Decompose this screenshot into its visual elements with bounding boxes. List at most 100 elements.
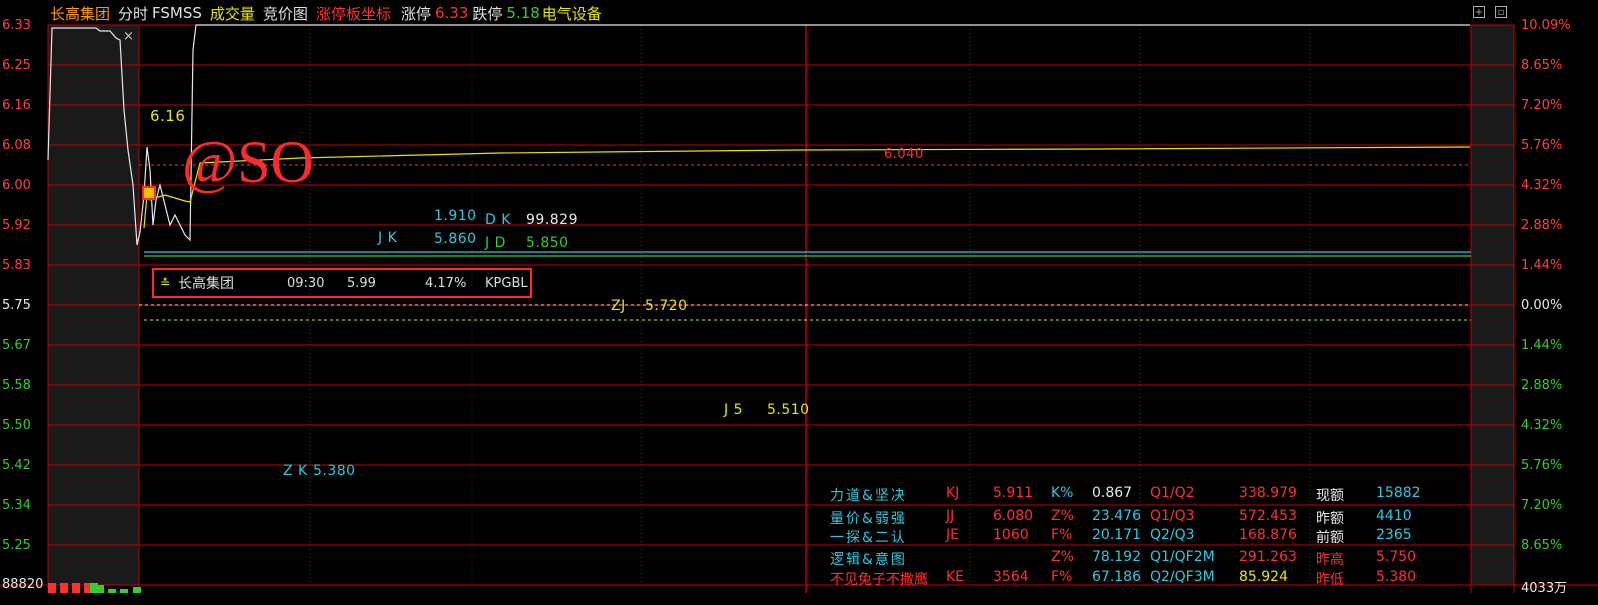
zj-label: ZJ: [611, 298, 626, 314]
stats-cell-e: 78.192: [1092, 549, 1141, 565]
stats-cell-c: 1060: [993, 527, 1029, 543]
tab-volume[interactable]: 成交量: [210, 3, 255, 24]
j5-label: J 5: [724, 402, 743, 418]
right-axis-tick: 1.44%: [1521, 338, 1563, 353]
stats-cell-f: Q2/QF3M: [1150, 569, 1215, 585]
stats-cell-e: 67.186: [1092, 569, 1141, 585]
stats-cell-b: JJ: [946, 508, 955, 524]
up-arrows-icon: ≛: [160, 276, 171, 290]
expand-icon[interactable]: +: [1473, 6, 1485, 18]
left-axis-tick: 5.50: [2, 418, 31, 433]
right-axis-tick: 2.88%: [1521, 378, 1563, 393]
stats-cell-i: 2365: [1376, 527, 1412, 543]
jk-value: 5.860: [434, 231, 477, 247]
stats-cell-i: 15882: [1376, 485, 1421, 501]
intraday-chart[interactable]: [0, 0, 1598, 605]
box-stock-name: 长高集团: [178, 276, 234, 292]
dk-label: D K: [485, 212, 511, 228]
right-axis-tick: 4.32%: [1521, 418, 1563, 433]
stats-cell-f: Q1/QF2M: [1150, 549, 1215, 565]
volume-bar: [48, 583, 56, 593]
stats-cell-a: 一探&二认: [830, 530, 907, 546]
volume-bar: [96, 585, 104, 593]
dk-value: 99.829: [526, 212, 578, 228]
stats-cell-h: 昨低: [1316, 572, 1344, 588]
stats-cell-d: Z%: [1051, 549, 1074, 565]
volume-bar: [60, 583, 68, 593]
stats-cell-f: Q1/Q3: [1150, 508, 1195, 524]
right-axis-tick: 5.76%: [1521, 458, 1563, 473]
right-axis-tick: 2.88%: [1521, 218, 1563, 233]
left-axis-tick: 6.25: [2, 58, 31, 73]
jk-label: J K: [378, 230, 398, 246]
volume-bar: [108, 589, 116, 593]
box-pct: 4.17%: [425, 275, 467, 291]
stats-cell-g: 85.924: [1239, 569, 1288, 585]
tab-fsmss[interactable]: FSMSS: [152, 4, 202, 22]
right-axis-tick: 8.65%: [1521, 538, 1563, 553]
left-axis-tick: 6.08: [2, 138, 31, 153]
tab-intraday[interactable]: 分时: [118, 3, 148, 24]
tab-auction[interactable]: 竞价图: [263, 3, 308, 24]
stats-cell-c: 5.911: [993, 485, 1034, 501]
limit-up-value: 6.33: [434, 4, 469, 22]
value-1910: 1.910: [434, 208, 477, 224]
left-axis-tick: 5.67: [2, 338, 31, 353]
tab-limit-coord[interactable]: 涨停板坐标: [316, 3, 391, 24]
stats-cell-a: 逻辑&意图: [830, 552, 907, 568]
left-axis-tick: 5.75: [2, 298, 31, 313]
left-axis-tick: 5.34: [2, 498, 31, 513]
stats-cell-d: F%: [1051, 569, 1073, 585]
stats-cell-c: 3564: [993, 569, 1029, 585]
stats-cell-g: 572.453: [1239, 508, 1297, 524]
stats-cell-h: 前额: [1316, 530, 1344, 546]
window-icon[interactable]: ▫: [1495, 6, 1507, 18]
stats-cell-b: KE: [946, 569, 965, 585]
watermark-text: @SO: [182, 129, 314, 195]
stats-cell-c: 6.080: [993, 508, 1034, 524]
right-axis-tick: 10.09%: [1521, 18, 1571, 33]
stats-cell-i: 5.750: [1376, 549, 1417, 565]
stats-cell-i: 5.380: [1376, 569, 1417, 585]
stats-cell-h: 昨高: [1316, 552, 1344, 568]
stats-cell-b: KJ: [946, 485, 960, 501]
right-axis-tick: 1.44%: [1521, 258, 1563, 273]
stats-cell-h: 昨额: [1316, 511, 1344, 527]
stock-name[interactable]: 长高集团: [50, 3, 110, 24]
stats-cell-g: 291.263: [1239, 549, 1297, 565]
stats-cell-h: 现额: [1316, 488, 1344, 504]
avg-price-line: [143, 146, 1471, 229]
zk-value: 5.380: [313, 463, 356, 479]
stats-cell-b: JE: [946, 527, 959, 543]
box-price: 5.99: [347, 275, 376, 291]
stats-cell-d: Z%: [1051, 508, 1074, 524]
avg-price-label: 6.040: [884, 147, 924, 162]
jd-value: 5.850: [526, 235, 569, 251]
stock-info-box[interactable]: ≛ 长高集团 09:30 5.99 4.17% KPGBL: [152, 268, 532, 298]
stats-cell-g: 168.876: [1239, 527, 1297, 543]
limit-down-value: 5.18: [506, 4, 540, 22]
trade-marker-icon[interactable]: [142, 186, 156, 200]
sector[interactable]: 电气设备: [542, 3, 602, 24]
zk-label: Z K: [283, 463, 308, 479]
stats-cell-e: 0.867: [1092, 485, 1133, 501]
stats-cell-a: 量价&弱强: [830, 511, 907, 527]
stats-cell-a: 力道&坚决: [830, 488, 907, 504]
stats-cell-e: 20.171: [1092, 527, 1141, 543]
chart-header: 长高集团 分时 FSMSS 成交量 竞价图 涨停板坐标 涨停 6.33 跌停 5…: [50, 2, 610, 24]
right-axis-tick: 7.20%: [1521, 498, 1563, 513]
left-axis-tick: 5.25: [2, 538, 31, 553]
grid: [0, 24, 1598, 593]
close-icon[interactable]: ×: [123, 29, 134, 44]
stats-cell-a: 不见兔子不撒鹰: [830, 572, 928, 588]
left-axis-tick: 6.00: [2, 178, 31, 193]
left-axis-tick: 6.16: [2, 98, 31, 113]
left-axis-tick: 5.42: [2, 458, 31, 473]
left-axis-tick: 6.33: [2, 18, 31, 33]
box-code: KPGBL: [485, 275, 528, 291]
price-label-616: 6.16: [150, 107, 186, 125]
volume-axis-max: 88820: [2, 577, 44, 592]
stats-cell-f: Q2/Q3: [1150, 527, 1195, 543]
limit-up-label: 涨停: [400, 4, 431, 23]
right-axis-tick: 7.20%: [1521, 98, 1563, 113]
